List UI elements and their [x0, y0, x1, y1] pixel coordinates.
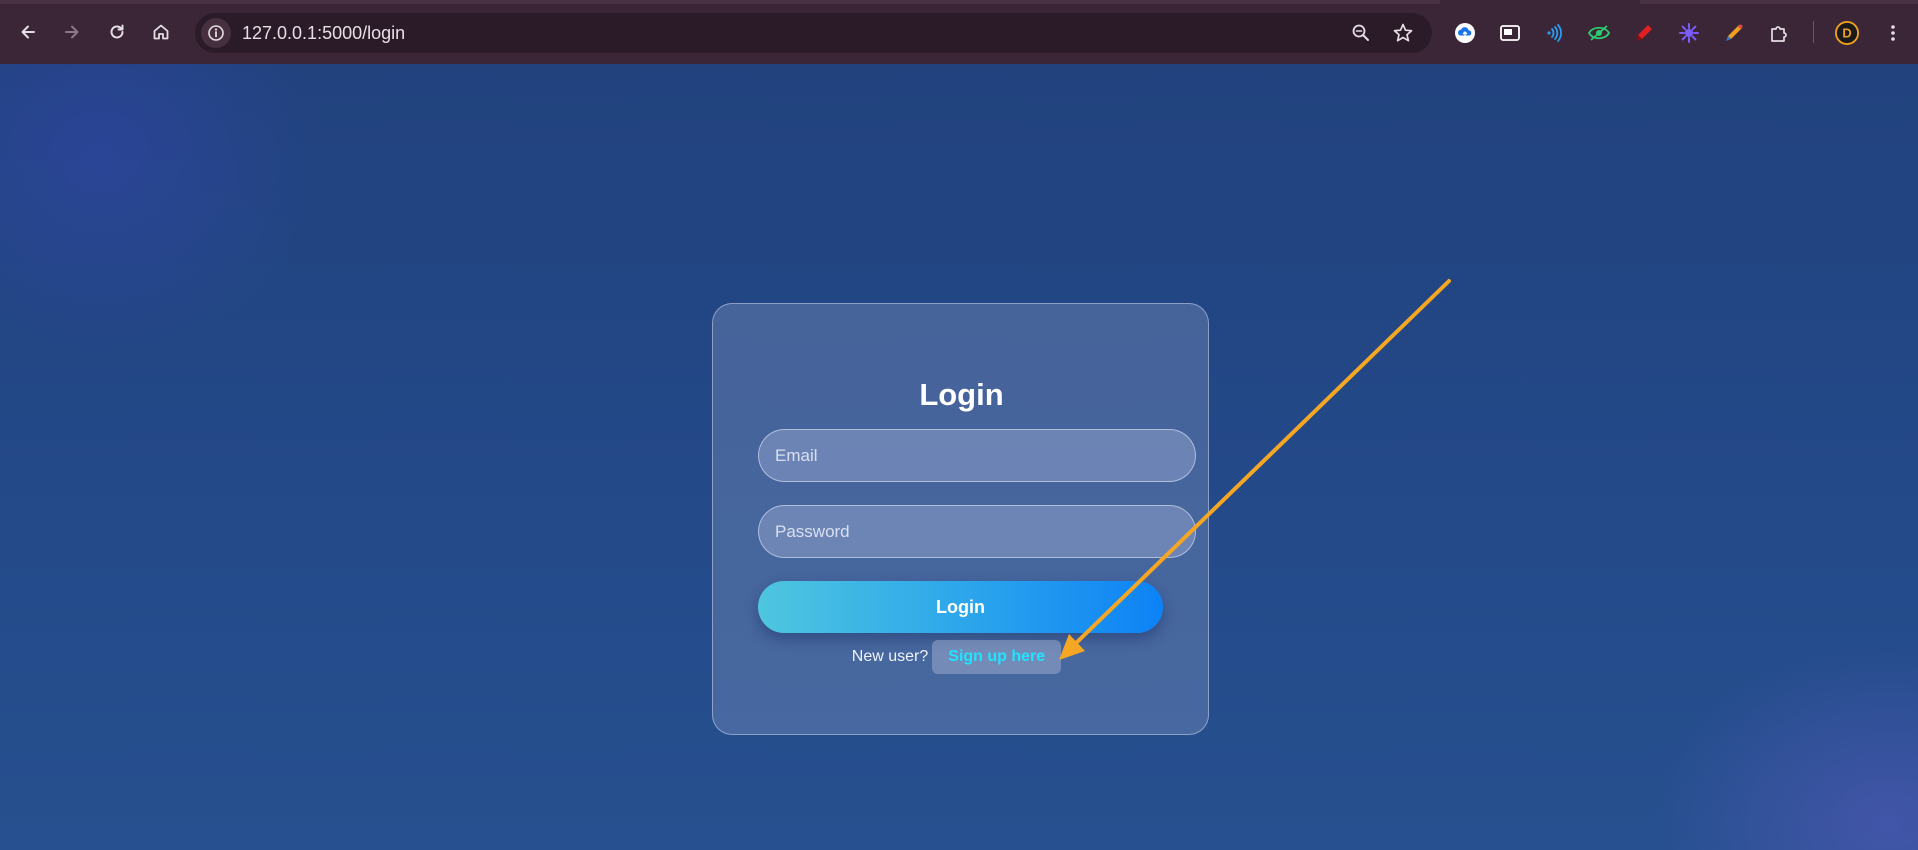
extension-picture-in-picture[interactable] — [1498, 21, 1522, 45]
active-tab[interactable] — [1440, 0, 1640, 4]
toolbar-divider — [1813, 21, 1814, 43]
tab-strip — [0, 0, 1918, 4]
extension-color-picker[interactable] — [1722, 21, 1746, 45]
email-field[interactable] — [758, 429, 1196, 482]
login-button[interactable]: Login — [758, 581, 1163, 633]
back-button[interactable] — [13, 17, 43, 47]
extensions-button[interactable] — [1767, 21, 1791, 45]
reload-button[interactable] — [102, 17, 132, 47]
color-wheel-icon — [1679, 23, 1699, 43]
signup-link[interactable]: Sign up here — [932, 640, 1062, 674]
address-bar[interactable]: 127.0.0.1:5000/login — [195, 13, 1432, 53]
bookmark-star-icon — [1393, 23, 1413, 42]
browser-menu-button[interactable] — [1881, 21, 1905, 45]
signup-prompt: New user? — [851, 648, 929, 665]
cloud-upload-icon — [1455, 23, 1475, 43]
marker-icon — [1636, 25, 1652, 41]
puzzle-icon — [1771, 26, 1787, 42]
profile-button[interactable]: D — [1835, 21, 1859, 45]
url-text[interactable]: 127.0.0.1:5000/login — [242, 23, 405, 44]
picture-in-picture-icon — [1500, 25, 1520, 41]
extension-marker[interactable] — [1632, 21, 1656, 45]
extension-cloud-upload[interactable] — [1453, 21, 1477, 45]
home-button[interactable] — [146, 17, 176, 47]
site-info-button[interactable] — [201, 18, 231, 48]
eye-icon — [1587, 25, 1611, 41]
forward-icon — [65, 25, 79, 39]
kebab-menu-icon — [1891, 25, 1895, 41]
login-card: Login Login New user? Sign up here — [712, 303, 1209, 735]
zoom-icon — [1352, 24, 1369, 41]
color-picker-icon — [1726, 24, 1743, 41]
password-field[interactable] — [758, 505, 1196, 558]
back-icon — [21, 25, 35, 39]
browser-toolbar: 127.0.0.1:5000/login D — [0, 0, 1918, 64]
login-title: Login — [919, 377, 1004, 412]
zoom-button[interactable] — [1350, 22, 1372, 44]
reload-icon — [110, 24, 124, 39]
wireless-icon — [1547, 24, 1562, 42]
site-info-icon — [208, 25, 224, 41]
profile-initial: D — [1842, 26, 1851, 41]
extension-wireless[interactable] — [1542, 21, 1566, 45]
extension-color-wheel[interactable] — [1677, 21, 1701, 45]
home-icon — [153, 24, 169, 40]
signup-row: New user? Sign up here — [713, 639, 1210, 675]
profile-avatar-icon: D — [1835, 21, 1859, 45]
page-background: Login Login New user? Sign up here — [0, 64, 1918, 850]
extension-eye[interactable] — [1587, 21, 1611, 45]
forward-button[interactable] — [57, 17, 87, 47]
bookmark-button[interactable] — [1392, 22, 1414, 44]
